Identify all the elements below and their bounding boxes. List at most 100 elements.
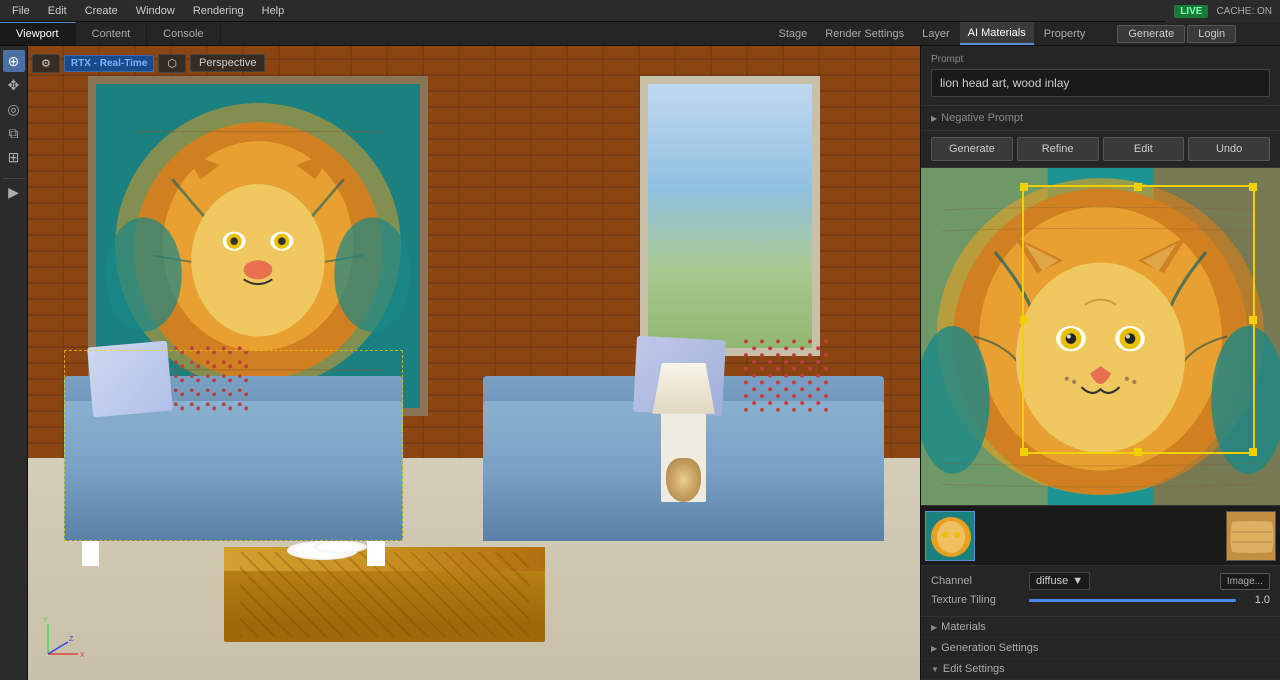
generate-top-button[interactable]: Generate: [1117, 25, 1185, 43]
menu-edit[interactable]: Edit: [40, 3, 75, 19]
sofa-left-leg-2: [367, 541, 385, 566]
live-indicator: LIVE: [1174, 5, 1208, 18]
edit-button[interactable]: Edit: [1103, 137, 1185, 161]
channel-select[interactable]: diffuse ▼: [1029, 572, 1090, 590]
tab-bar: Viewport Content Console Stage Render Se…: [0, 22, 1280, 46]
cushion-1: [88, 341, 174, 417]
viewport[interactable]: ⚙ RTX - Real-Time ⬡ Perspective: [28, 46, 920, 680]
menu-window[interactable]: Window: [128, 3, 183, 19]
channel-row: Channel diffuse ▼ Image...: [931, 572, 1270, 590]
sel-handle-br[interactable]: [1249, 448, 1257, 456]
menu-create[interactable]: Create: [77, 3, 126, 19]
edit-settings-label: Edit Settings: [943, 663, 1005, 675]
tool-orbit[interactable]: ◎: [3, 98, 25, 120]
action-buttons: Generate Refine Edit Undo: [921, 131, 1280, 168]
generate-button[interactable]: Generate: [931, 137, 1013, 161]
scene-container: X Y Z: [28, 46, 920, 680]
sel-handle-tm[interactable]: [1134, 183, 1142, 191]
generated-image-area[interactable]: [921, 168, 1280, 565]
right-tab-stage[interactable]: Stage: [771, 22, 816, 45]
right-panel: Prompt lion head art, wood inlay ▶ Negat…: [920, 46, 1280, 680]
materials-toggle[interactable]: ▶ Materials: [921, 617, 1280, 637]
status-bar: LIVE CACHE: ON: [1166, 0, 1280, 22]
perspective-label: Perspective: [199, 57, 256, 69]
svg-text:Y: Y: [43, 617, 48, 624]
tool-grid[interactable]: ⊞: [3, 146, 25, 168]
perspective-btn[interactable]: Perspective: [190, 54, 265, 72]
refine-button[interactable]: Refine: [1017, 137, 1099, 161]
generation-settings-label: Generation Settings: [941, 642, 1038, 654]
sofa-left: [64, 401, 403, 540]
cushion-4: [742, 338, 831, 414]
right-tab-ai-materials[interactable]: AI Materials: [960, 22, 1034, 45]
menu-help[interactable]: Help: [254, 3, 293, 19]
tool-frame[interactable]: ⧉: [3, 122, 25, 144]
prompt-section: Prompt lion head art, wood inlay: [921, 46, 1280, 106]
tab-viewport[interactable]: Viewport: [0, 22, 76, 45]
axis-indicator: X Y Z: [38, 614, 88, 664]
gen-settings-triangle: ▶: [931, 644, 937, 653]
menu-file[interactable]: File: [4, 3, 38, 19]
tool-move[interactable]: ⊕: [3, 50, 25, 72]
thumbnail-2[interactable]: [1226, 511, 1276, 561]
rtx-badge: RTX - Real-Time: [64, 55, 155, 72]
thumbnail-2-image: [1227, 512, 1275, 560]
small-dish: [313, 541, 367, 554]
undo-button[interactable]: Undo: [1188, 137, 1270, 161]
coffee-table: [224, 547, 545, 642]
sel-handle-rm[interactable]: [1249, 316, 1257, 324]
cache-indicator: CACHE: ON: [1216, 6, 1272, 17]
left-toolbar: ⊕ ✥ ◎ ⧉ ⊞ ▶: [0, 46, 28, 680]
triangle-icon: ▶: [931, 114, 937, 123]
scene-background: X Y Z: [28, 46, 920, 680]
right-tab-property[interactable]: Property: [1036, 22, 1094, 45]
tool-play[interactable]: ▶: [3, 181, 25, 203]
texture-tiling-label: Texture Tiling: [931, 594, 1021, 606]
texture-tiling-slider[interactable]: [1029, 599, 1236, 602]
viewport-toolbar: ⚙ RTX - Real-Time ⬡ Perspective: [32, 50, 916, 76]
sel-handle-tr[interactable]: [1249, 183, 1257, 191]
sel-handle-lm[interactable]: [1020, 316, 1028, 324]
tab-content[interactable]: Content: [76, 22, 148, 45]
cushion-2: [171, 344, 251, 414]
login-button[interactable]: Login: [1187, 25, 1236, 43]
thumbnail-strip: [921, 505, 1280, 565]
thumbnail-1[interactable]: [925, 511, 975, 561]
dropdown-icon: ▼: [1072, 575, 1083, 587]
materials-label: Materials: [941, 621, 986, 633]
channel-label: Channel: [931, 575, 1021, 587]
negative-prompt-toggle[interactable]: ▶ Negative Prompt: [931, 110, 1270, 126]
texture-tiling-row: Texture Tiling 1.0: [931, 594, 1270, 606]
generation-settings-toggle[interactable]: ▶ Generation Settings: [921, 638, 1280, 658]
texture-tiling-value: 1.0: [1240, 594, 1270, 606]
svg-text:Z: Z: [69, 636, 74, 643]
svg-text:X: X: [80, 652, 85, 659]
main-layout: ⊕ ✥ ◎ ⧉ ⊞ ▶ ⚙ RTX - Real-Time ⬡ Perspect…: [0, 46, 1280, 680]
materials-section: ▶ Materials: [921, 617, 1280, 638]
camera-settings-btn[interactable]: ⚙: [32, 54, 60, 73]
camera-icon: ⚙: [41, 57, 51, 70]
collapsible-sections: ▶ Materials ▶ Generation Settings ▼ Edit…: [921, 616, 1280, 680]
image-button[interactable]: Image...: [1220, 573, 1270, 590]
properties-section: Channel diffuse ▼ Image... Texture Tilin…: [921, 565, 1280, 616]
render-mode-icon: ⬡: [167, 57, 177, 70]
thumbnail-1-image: [926, 512, 974, 560]
sel-handle-bm[interactable]: [1134, 448, 1142, 456]
edit-settings-toggle[interactable]: ▼ Edit Settings: [921, 659, 1280, 679]
right-tab-render-settings[interactable]: Render Settings: [817, 22, 912, 45]
edit-settings-triangle: ▼: [931, 665, 939, 674]
texture-tiling-slider-container: 1.0: [1029, 594, 1270, 606]
sel-handle-tl[interactable]: [1020, 183, 1028, 191]
tab-console[interactable]: Console: [147, 22, 220, 45]
prompt-input[interactable]: lion head art, wood inlay: [931, 69, 1270, 97]
negative-prompt-label: Negative Prompt: [941, 112, 1023, 124]
right-tab-layer[interactable]: Layer: [914, 22, 958, 45]
generation-settings-section: ▶ Generation Settings: [921, 638, 1280, 659]
prompt-label: Prompt: [931, 54, 1270, 65]
tool-select[interactable]: ✥: [3, 74, 25, 96]
sel-handle-bl[interactable]: [1020, 448, 1028, 456]
materials-triangle: ▶: [931, 623, 937, 632]
render-mode-btn[interactable]: ⬡: [158, 54, 186, 73]
menu-rendering[interactable]: Rendering: [185, 3, 252, 19]
selection-box: [1022, 185, 1255, 455]
